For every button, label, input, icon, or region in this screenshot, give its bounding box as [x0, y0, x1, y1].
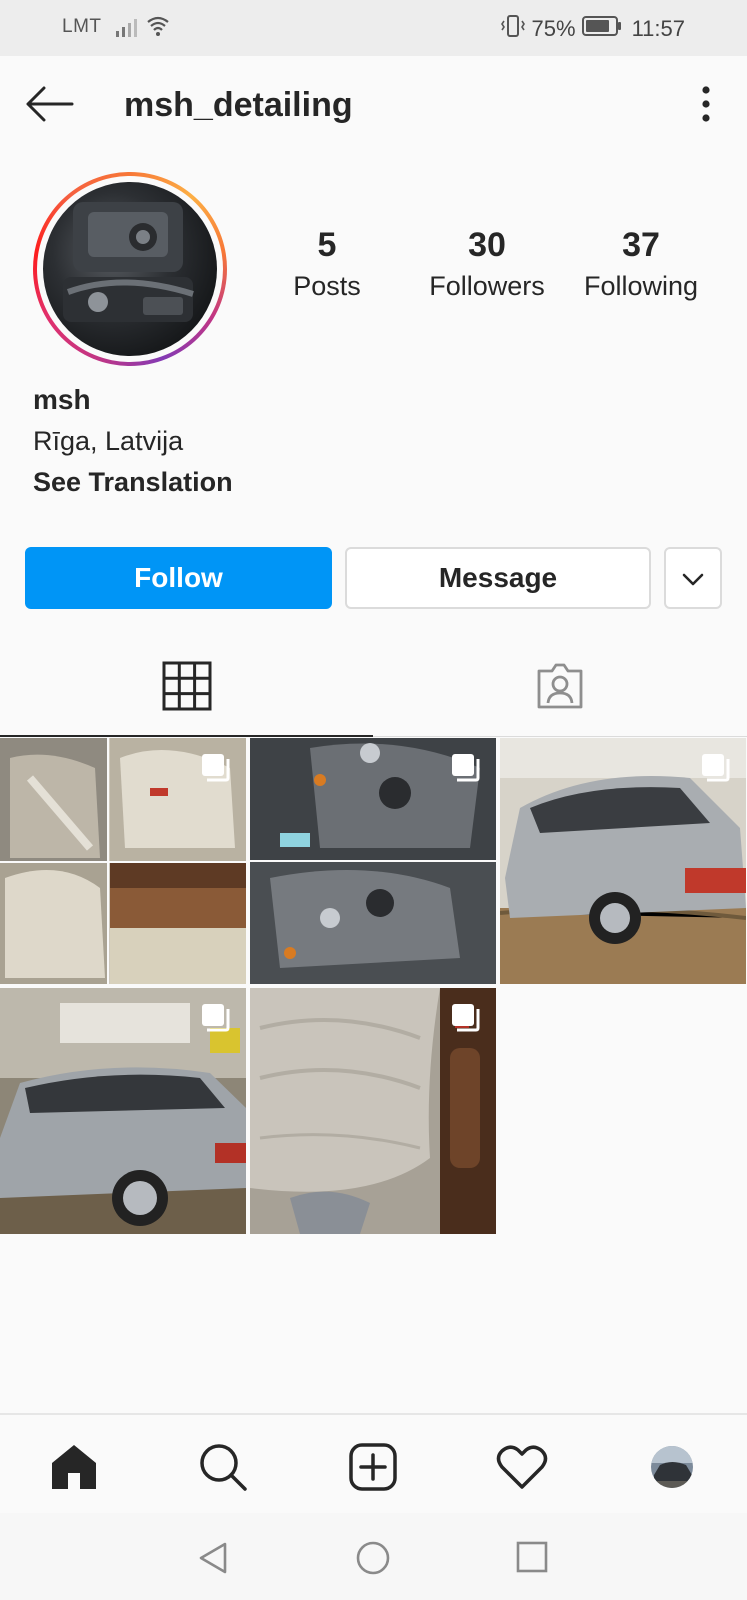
carrier-label: LMT: [62, 16, 102, 37]
status-bar: LMT 75% 11:57: [0, 0, 747, 56]
nav-activity[interactable]: [492, 1441, 552, 1497]
more-options-icon[interactable]: [701, 86, 711, 127]
profile-tabs: [0, 640, 747, 737]
profile-avatar: [650, 1445, 694, 1494]
followers-stat[interactable]: 30 Followers: [412, 226, 562, 302]
profile-avatar-story-ring[interactable]: [33, 172, 227, 366]
grid-icon: [162, 661, 212, 716]
post-thumbnail-4[interactable]: [0, 988, 246, 1234]
system-back-icon[interactable]: [197, 1541, 229, 1580]
profile-avatar-image: [43, 182, 217, 356]
multiple-photos-icon: [200, 1002, 232, 1039]
new-post-icon: [348, 1442, 398, 1497]
battery-icon: [581, 15, 622, 43]
battery-percent: 75%: [531, 16, 576, 41]
profile-bio: msh Rīga, Latvija See Translation: [33, 384, 233, 498]
tagged-person-icon: [535, 663, 585, 714]
vibrate-icon: [500, 14, 526, 44]
follow-button[interactable]: Follow: [25, 547, 332, 609]
active-tab-indicator: [0, 735, 373, 737]
multiple-photos-icon: [450, 752, 482, 789]
nav-profile[interactable]: [642, 1441, 702, 1497]
signal-icon: [115, 16, 139, 44]
tab-grid[interactable]: [0, 640, 373, 737]
post-thumbnail-2[interactable]: [250, 738, 496, 984]
message-button[interactable]: Message: [345, 547, 651, 609]
chevron-down-icon: [682, 562, 704, 594]
post-thumbnail-1[interactable]: [0, 738, 246, 984]
post-thumbnail-5[interactable]: [250, 988, 496, 1234]
profile-location: Rīga, Latvija: [33, 426, 184, 456]
clock: 11:57: [631, 16, 685, 41]
profile-display-name: msh: [33, 384, 91, 415]
posts-stat[interactable]: 5 Posts: [252, 226, 402, 302]
search-icon: [198, 1442, 248, 1497]
back-arrow-icon[interactable]: [24, 86, 74, 127]
home-icon: [49, 1443, 99, 1496]
profile-username: msh_detailing: [124, 86, 353, 124]
system-home-icon[interactable]: [356, 1541, 390, 1580]
see-translation-link[interactable]: See Translation: [33, 467, 233, 498]
activity-heart-icon: [496, 1444, 548, 1495]
post-thumbnail-3[interactable]: [500, 738, 746, 984]
nav-home[interactable]: [44, 1441, 104, 1497]
followers-label: Followers: [429, 271, 545, 301]
bottom-navigation: [0, 1413, 747, 1515]
system-recents-icon[interactable]: [516, 1541, 548, 1578]
multiple-photos-icon: [200, 752, 232, 789]
multiple-photos-icon: [450, 1002, 482, 1039]
following-label: Following: [583, 271, 699, 301]
profile-header: msh_detailing: [0, 56, 747, 152]
multiple-photos-icon: [700, 752, 732, 789]
system-navigation-bar: [0, 1513, 747, 1600]
following-count: 37: [622, 226, 660, 264]
suggested-accounts-button[interactable]: [664, 547, 722, 609]
posts-count: 5: [317, 226, 337, 264]
followers-count: 30: [468, 226, 506, 264]
wifi-icon: [146, 14, 170, 44]
nav-new-post[interactable]: [343, 1441, 403, 1497]
nav-search[interactable]: [193, 1441, 253, 1497]
posts-label: Posts: [293, 271, 361, 301]
tab-tagged[interactable]: [373, 640, 746, 736]
following-stat[interactable]: 37 Following: [566, 226, 716, 302]
